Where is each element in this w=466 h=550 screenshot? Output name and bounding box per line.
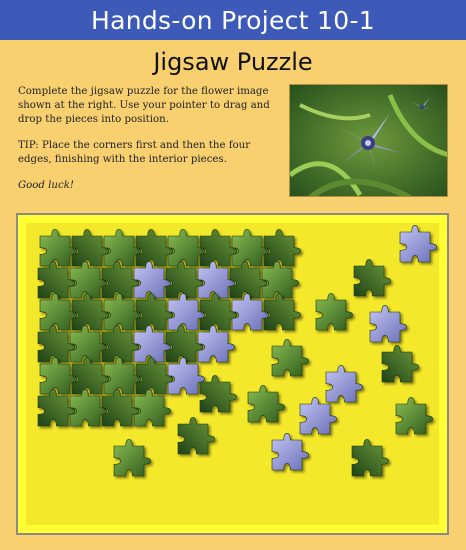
- page-title: Jigsaw Puzzle: [153, 48, 313, 76]
- page-header: Hands-on Project 10-1: [0, 0, 466, 40]
- instructions-tip: TIP: Place the corners first and then th…: [18, 140, 251, 165]
- good-luck-text: Good luck!: [18, 180, 74, 191]
- flower-photo-graphic: [290, 85, 447, 196]
- header-title: Hands-on Project 10-1: [91, 5, 375, 35]
- instructions: Complete the jigsaw puzzle for the flowe…: [18, 85, 280, 205]
- instructions-paragraph-1: Complete the jigsaw puzzle for the flowe…: [18, 86, 270, 125]
- flower-reference-image: [289, 84, 448, 197]
